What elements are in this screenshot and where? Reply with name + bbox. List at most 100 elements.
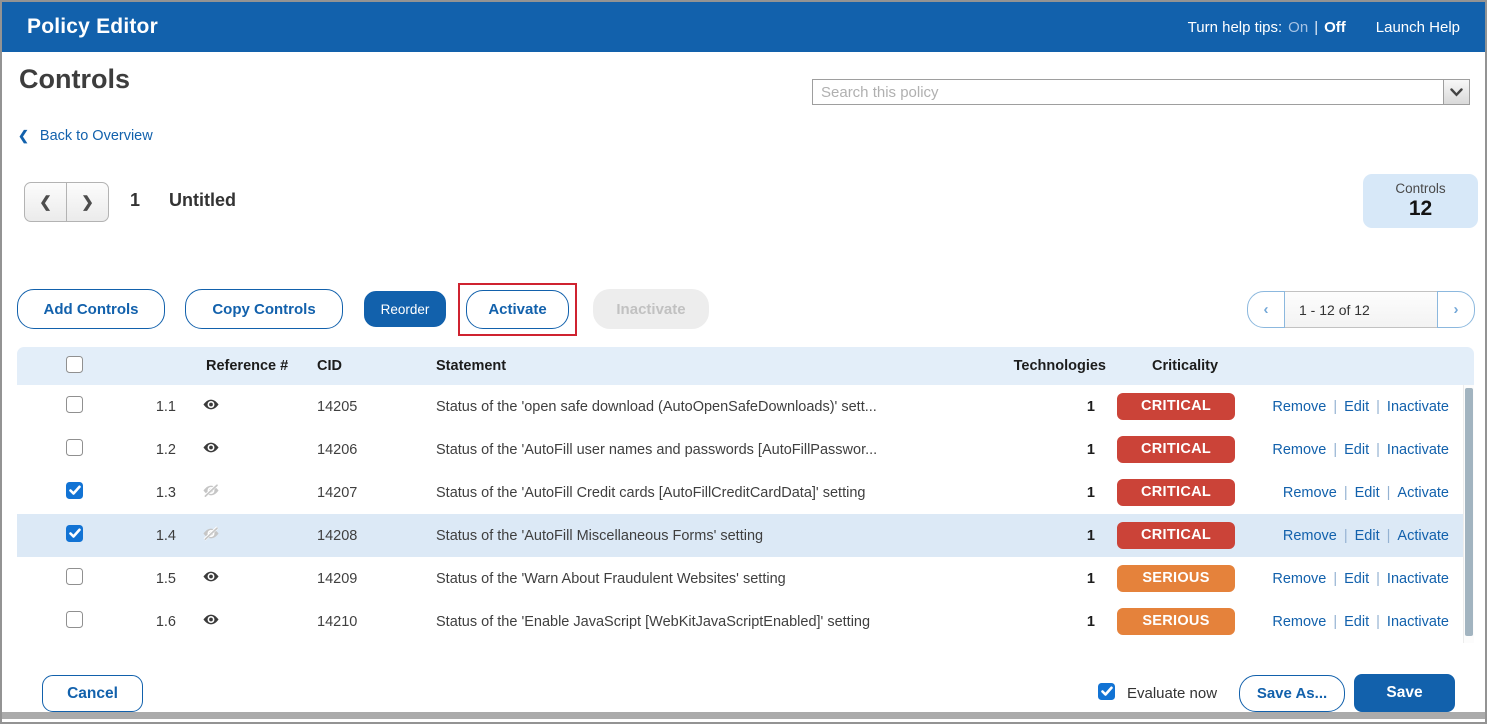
visibility-eye-icon[interactable] — [202, 569, 220, 588]
table-row: 1.314207Status of the 'AutoFill Credit c… — [17, 471, 1463, 514]
launch-help-link[interactable]: Launch Help — [1376, 19, 1460, 36]
action-separator: | — [1380, 485, 1398, 501]
visibility-eye-icon[interactable] — [202, 440, 220, 459]
reorder-button[interactable]: Reorder — [364, 291, 446, 327]
inactivate-row-link[interactable]: Inactivate — [1387, 399, 1449, 415]
visibility-eye-icon[interactable] — [202, 612, 220, 631]
visibility-eye-off-icon[interactable] — [202, 526, 220, 545]
remove-row-link[interactable]: Remove — [1272, 571, 1326, 587]
technologies-count: 1 — [988, 528, 1103, 544]
help-tips-toggle: Turn help tips: On | Off — [1188, 19, 1346, 36]
rows-paginator: ‹ 1 - 12 of 12 › — [1247, 291, 1475, 328]
page-title: Controls — [19, 64, 130, 95]
section-number: 1 — [130, 190, 140, 211]
page-prev-button[interactable]: ‹ — [1247, 291, 1285, 328]
action-separator: | — [1326, 614, 1344, 630]
prev-section-button[interactable]: ❮ — [25, 183, 66, 221]
statement-text: Status of the 'AutoFill user names and p… — [434, 442, 988, 458]
controls-table: Reference # CID Statement Technologies C… — [17, 347, 1474, 644]
edit-row-link[interactable]: Edit — [1344, 442, 1369, 458]
activate-button[interactable]: Activate — [466, 290, 569, 329]
cid-value: 14207 — [302, 485, 434, 501]
technologies-count: 1 — [988, 442, 1103, 458]
add-controls-button[interactable]: Add Controls — [17, 289, 165, 329]
next-section-button[interactable]: ❯ — [66, 183, 108, 221]
row-checkbox[interactable] — [66, 611, 83, 628]
col-header-statement: Statement — [434, 358, 999, 374]
back-link-label: Back to Overview — [40, 128, 153, 144]
technologies-count: 1 — [988, 571, 1103, 587]
activate-row-link[interactable]: Activate — [1397, 485, 1449, 501]
topbar-right: Turn help tips: On | Off Launch Help — [1188, 19, 1460, 36]
section-pager: ❮ ❯ — [24, 182, 109, 222]
row-checkbox[interactable] — [66, 568, 83, 585]
technologies-count: 1 — [988, 399, 1103, 415]
activate-row-link[interactable]: Activate — [1397, 528, 1449, 544]
app-title: Policy Editor — [27, 15, 158, 39]
controls-counter-value: 12 — [1363, 197, 1478, 221]
control-number: 1.5 — [102, 571, 187, 587]
statement-text: Status of the 'Enable JavaScript [WebKit… — [434, 614, 988, 630]
select-all-checkbox[interactable] — [66, 356, 83, 373]
remove-row-link[interactable]: Remove — [1272, 614, 1326, 630]
control-number: 1.3 — [102, 485, 187, 501]
policy-editor-window: Policy Editor Turn help tips: On | Off L… — [0, 0, 1487, 724]
action-separator: | — [1326, 571, 1344, 587]
statement-text: Status of the 'Warn About Fraudulent Web… — [434, 571, 988, 587]
criticality-badge: SERIOUS — [1117, 565, 1235, 592]
technologies-count: 1 — [988, 614, 1103, 630]
edit-row-link[interactable]: Edit — [1344, 614, 1369, 630]
edit-row-link[interactable]: Edit — [1355, 485, 1380, 501]
save-button[interactable]: Save — [1354, 674, 1455, 712]
visibility-eye-icon[interactable] — [202, 397, 220, 416]
activate-annotation-box: Activate — [458, 283, 577, 336]
edit-row-link[interactable]: Edit — [1344, 571, 1369, 587]
search-input[interactable] — [813, 80, 1443, 104]
table-header-row: Reference # CID Statement Technologies C… — [17, 347, 1474, 385]
inactivate-button[interactable]: Inactivate — [593, 289, 709, 329]
table-body: 1.114205Status of the 'open safe downloa… — [17, 385, 1463, 643]
help-tips-off-link[interactable]: Off — [1324, 19, 1346, 36]
inactivate-row-link[interactable]: Inactivate — [1387, 614, 1449, 630]
action-separator: | — [1337, 485, 1355, 501]
action-separator: | — [1369, 442, 1387, 458]
search-dropdown-button[interactable] — [1443, 80, 1469, 104]
cid-value: 14210 — [302, 614, 434, 630]
remove-row-link[interactable]: Remove — [1272, 399, 1326, 415]
row-checkbox[interactable] — [66, 525, 83, 542]
remove-row-link[interactable]: Remove — [1283, 485, 1337, 501]
edit-row-link[interactable]: Edit — [1355, 528, 1380, 544]
action-separator: | — [1369, 614, 1387, 630]
evaluate-now-checkbox[interactable] — [1098, 683, 1115, 700]
save-as-button[interactable]: Save As... — [1239, 675, 1345, 712]
criticality-badge: CRITICAL — [1117, 436, 1235, 463]
action-separator: | — [1337, 528, 1355, 544]
page-next-button[interactable]: › — [1437, 291, 1475, 328]
chevron-left-icon: ‹ — [1264, 301, 1269, 318]
table-scrollbar-thumb[interactable] — [1465, 388, 1473, 636]
help-tips-on-link[interactable]: On — [1288, 19, 1308, 36]
row-checkbox[interactable] — [66, 439, 83, 456]
row-checkbox[interactable] — [66, 482, 83, 499]
cancel-button[interactable]: Cancel — [42, 675, 143, 712]
row-checkbox[interactable] — [66, 396, 83, 413]
copy-controls-button[interactable]: Copy Controls — [185, 289, 343, 329]
table-row: 1.414208Status of the 'AutoFill Miscella… — [17, 514, 1463, 557]
visibility-eye-off-icon[interactable] — [202, 483, 220, 502]
back-to-overview-link[interactable]: ❮ Back to Overview — [18, 128, 153, 144]
edit-row-link[interactable]: Edit — [1344, 399, 1369, 415]
horizontal-scrollbar[interactable] — [2, 712, 1485, 719]
statement-text: Status of the 'open safe download (AutoO… — [434, 399, 988, 415]
inactivate-row-link[interactable]: Inactivate — [1387, 442, 1449, 458]
table-row: 1.514209Status of the 'Warn About Fraudu… — [17, 557, 1463, 600]
technologies-count: 1 — [988, 485, 1103, 501]
controls-counter-label: Controls — [1363, 181, 1478, 196]
action-separator: | — [1369, 399, 1387, 415]
inactivate-row-link[interactable]: Inactivate — [1387, 571, 1449, 587]
remove-row-link[interactable]: Remove — [1283, 528, 1337, 544]
table-scrollbar[interactable] — [1463, 385, 1474, 643]
chevron-left-icon: ❮ — [18, 128, 29, 144]
topbar: Policy Editor Turn help tips: On | Off L… — [2, 2, 1485, 52]
action-separator: | — [1326, 399, 1344, 415]
remove-row-link[interactable]: Remove — [1272, 442, 1326, 458]
